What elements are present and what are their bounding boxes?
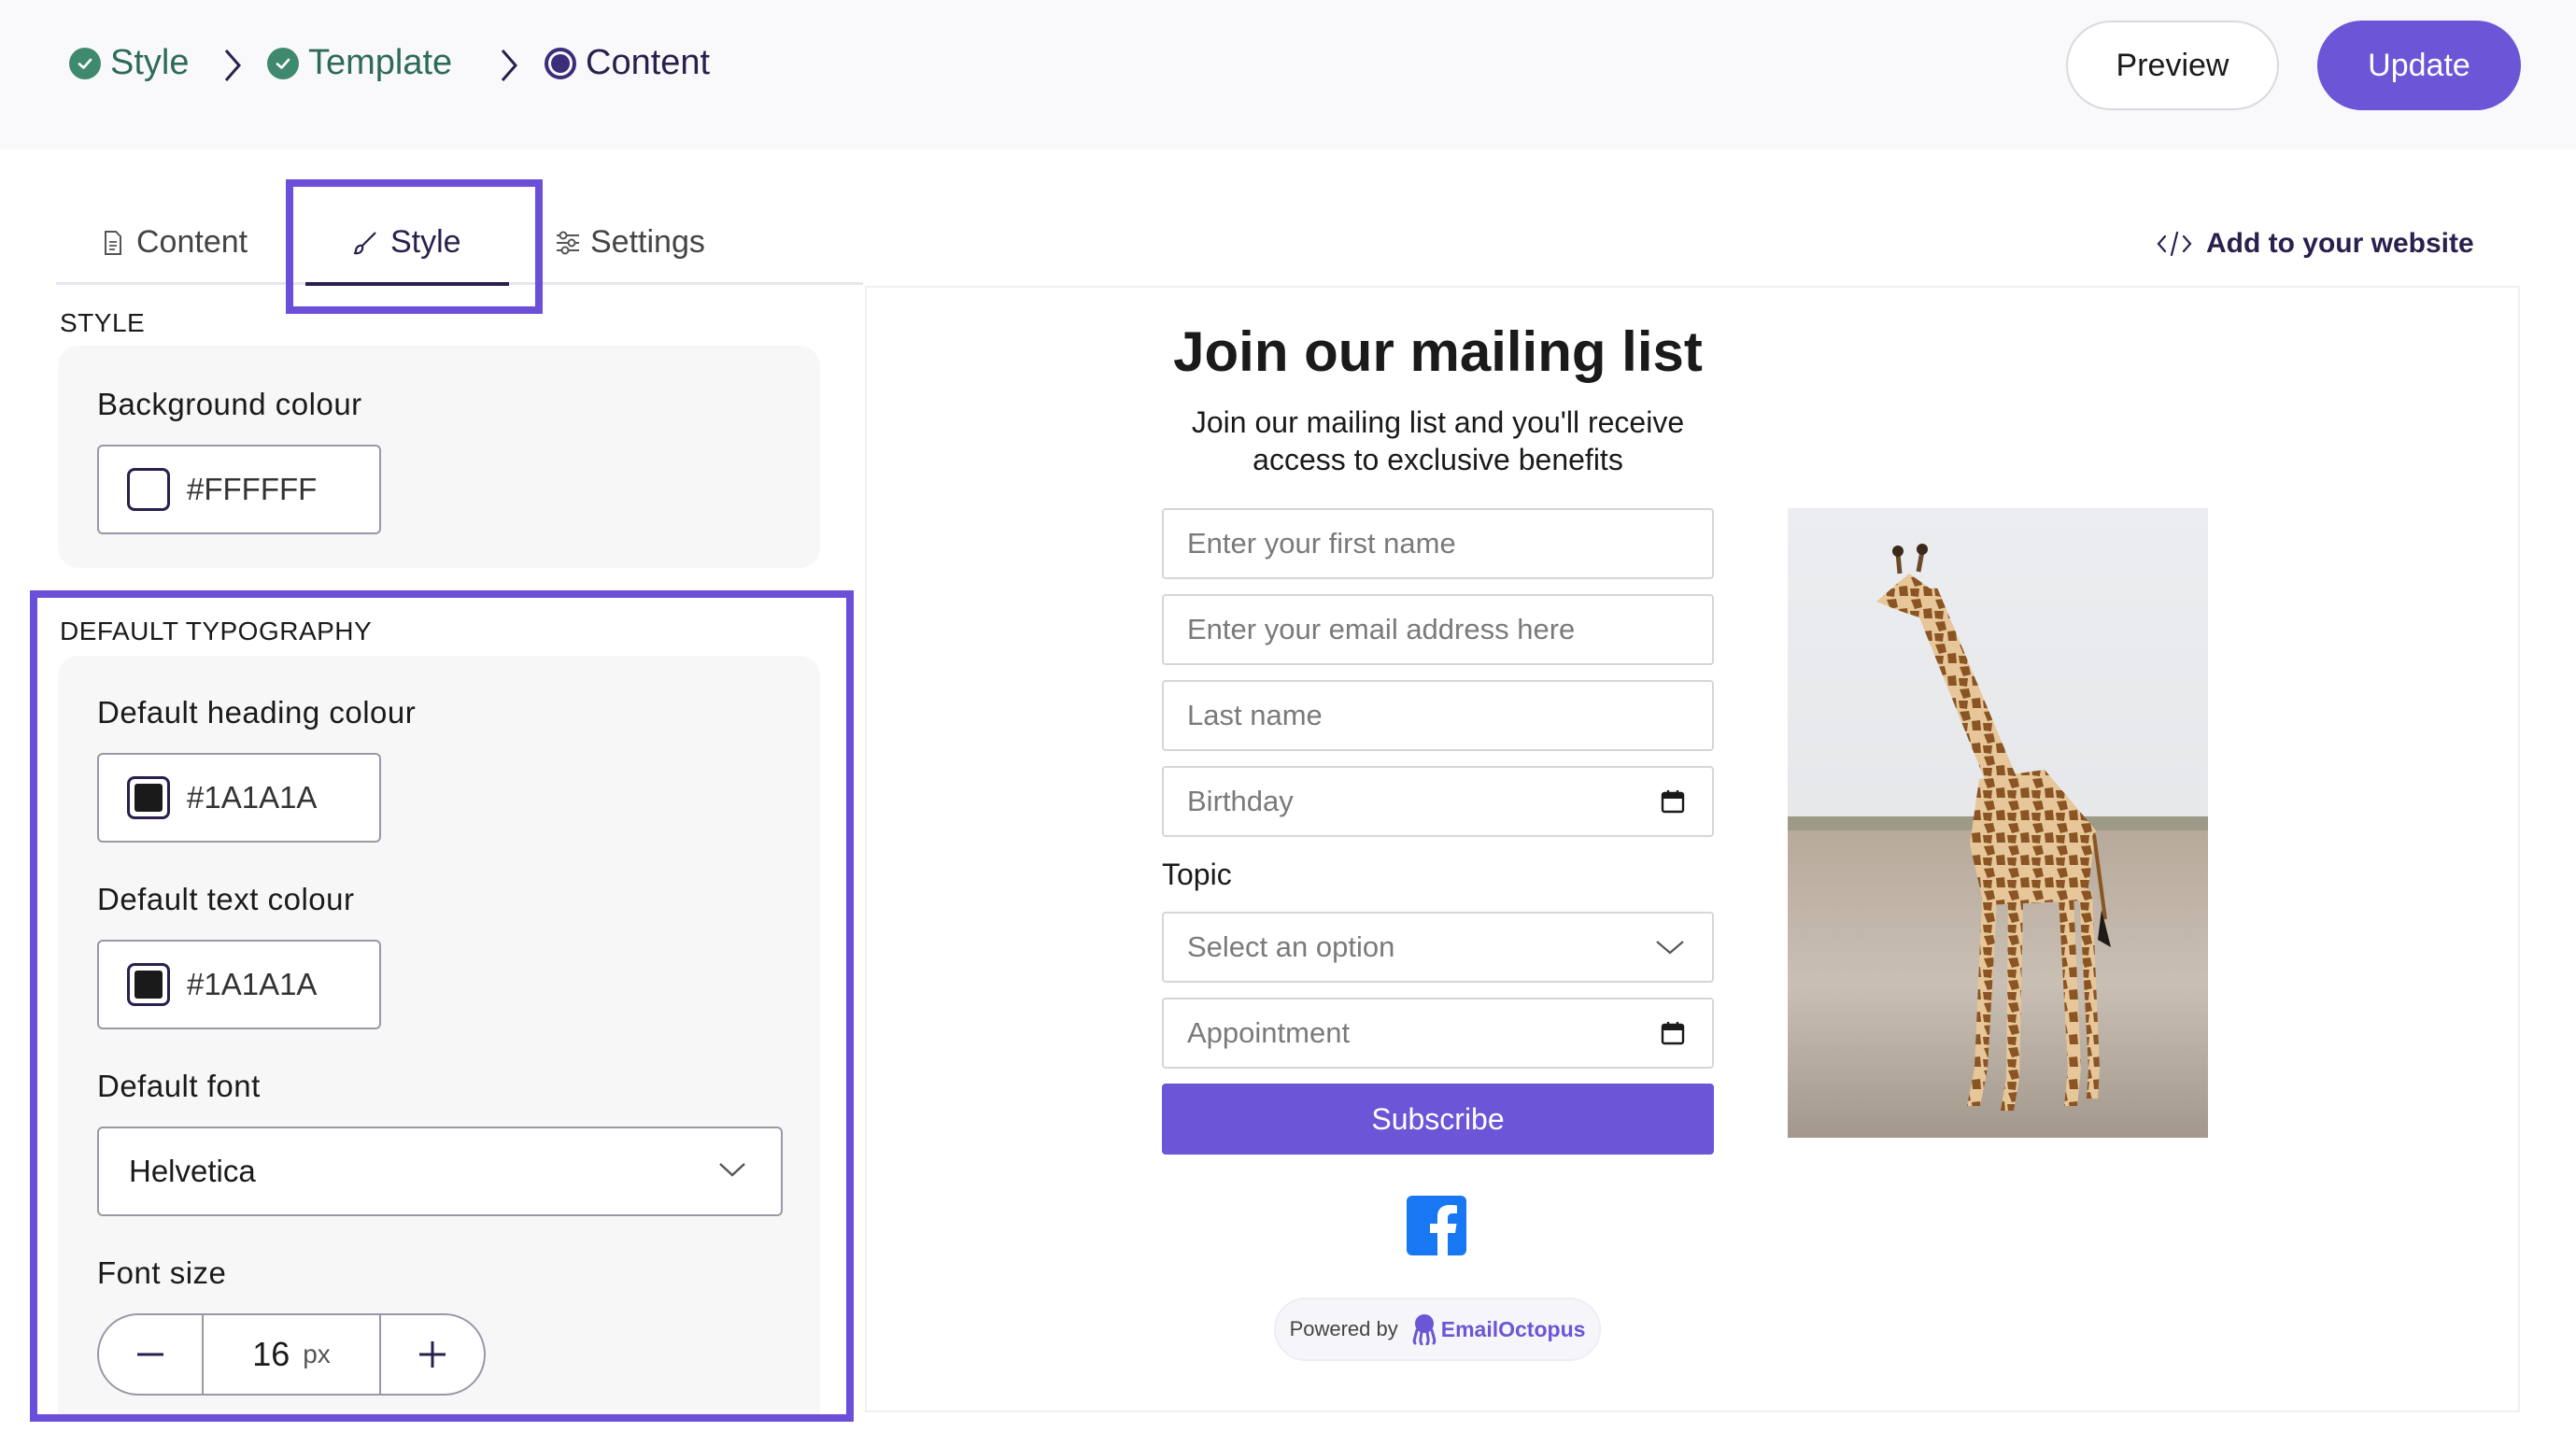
breadcrumb-label: Style [110,43,190,82]
last-name-placeholder: Last name [1187,699,1323,731]
topic-label: Topic [1162,858,1232,891]
background-colour-value: #FFFFFF [187,472,318,506]
appointment-input[interactable]: Appointment [1162,998,1714,1069]
brand-name: EmailOctopus [1440,1316,1586,1341]
topic-select-value: Select an option [1187,930,1395,963]
facebook-icon[interactable] [1407,1196,1466,1255]
tab-settings[interactable]: Settings [555,224,705,261]
color-swatch[interactable] [127,468,170,511]
email-placeholder: Enter your email address here [1187,613,1576,645]
chevron-right-icon [495,45,523,91]
powered-by-text: Powered by [1289,1317,1398,1340]
topic-select[interactable]: Select an option [1162,912,1714,983]
tab-label: Settings [590,224,705,260]
birthday-input[interactable]: Birthday [1162,766,1714,837]
chevron-right-icon [219,45,247,91]
first-name-input[interactable]: Enter your first name [1162,508,1714,579]
breadcrumb-label: Content [586,43,711,82]
highlight-style-tab [286,179,543,314]
style-section-title: STYLE [60,308,146,337]
subscribe-button[interactable]: Subscribe [1162,1084,1714,1155]
breadcrumb-step-style[interactable]: Style [69,43,189,83]
calendar-icon[interactable] [1660,788,1686,815]
add-to-website-label: Add to your website [2206,228,2474,259]
birthday-placeholder: Birthday [1187,785,1294,817]
form-description-line1: Join our mailing list and you'll receive [1191,405,1685,439]
background-colour-label: Background colour [97,387,362,421]
giraffe-image [1788,508,2208,1138]
appointment-placeholder: Appointment [1187,1016,1351,1049]
breadcrumb-step-content[interactable]: Content [545,43,710,83]
document-icon [103,230,123,256]
tab-content[interactable]: Content [103,224,248,261]
form-description-line2: access to exclusive benefits [1253,443,1623,476]
current-step-icon [545,47,576,79]
breadcrumb-label: Template [308,43,453,82]
tab-label: Content [136,224,248,260]
first-name-placeholder: Enter your first name [1187,527,1456,560]
chevron-down-icon [1654,938,1686,957]
code-icon [2156,229,2193,259]
calendar-icon[interactable] [1660,1020,1686,1046]
powered-by-badge[interactable]: Powered by EmailOctopus [1274,1297,1601,1361]
highlight-typography [30,590,854,1422]
background-colour-input[interactable]: #FFFFFF [97,445,381,534]
email-input[interactable]: Enter your email address here [1162,594,1714,665]
last-name-input[interactable]: Last name [1162,680,1714,751]
breadcrumb-step-template[interactable]: Template [267,43,452,83]
check-circle-icon [69,47,101,79]
form-heading: Join our mailing list [1173,320,1703,383]
preview-button[interactable]: Preview [2066,21,2279,110]
form-description: Join our mailing list and you'll receive… [1125,404,1751,478]
octopus-icon [1411,1313,1437,1345]
update-button[interactable]: Update [2317,21,2521,110]
check-circle-icon [267,47,299,79]
add-to-website-link[interactable]: Add to your website [2156,228,2474,260]
sliders-icon [555,231,581,255]
